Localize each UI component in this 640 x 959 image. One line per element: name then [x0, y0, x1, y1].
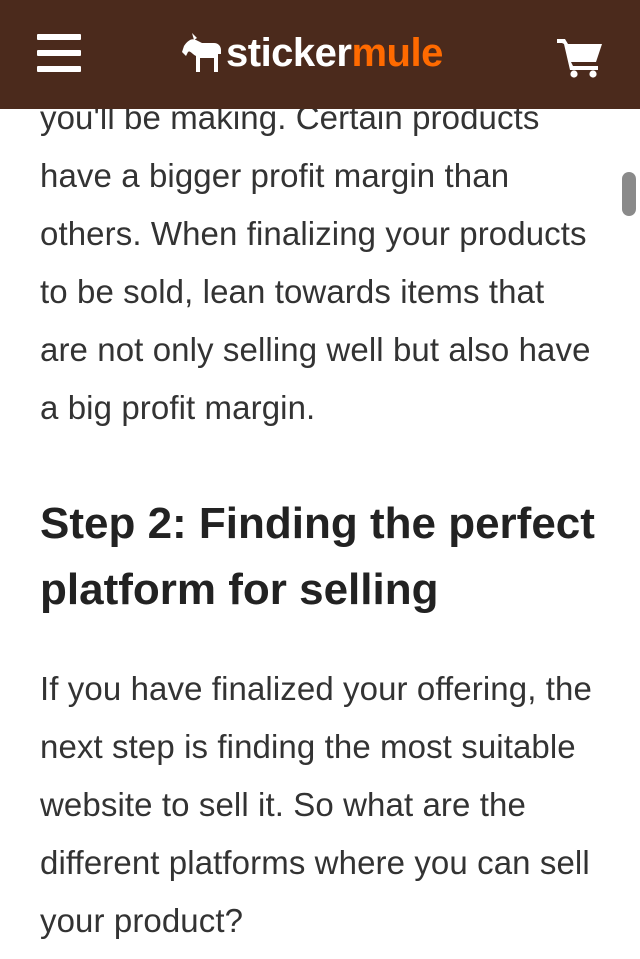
scrollbar-thumb[interactable]	[622, 172, 636, 216]
shopping-cart-icon[interactable]	[556, 36, 604, 78]
logo-text-mule: mule	[351, 31, 443, 75]
article-paragraph: you'll be making. Certain products have …	[40, 99, 591, 426]
section-heading: Step 2: Finding the perfect platform for…	[40, 499, 595, 614]
top-navigation-bar: sticker mule	[0, 0, 640, 109]
logo-text-sticker: sticker	[226, 31, 352, 75]
mule-logo-icon	[182, 33, 221, 72]
hamburger-menu-icon[interactable]	[37, 34, 81, 74]
page: you'll be making. Certain products have …	[0, 0, 640, 959]
stickermule-logo[interactable]: sticker mule	[180, 28, 443, 78]
article-content: you'll be making. Certain products have …	[40, 89, 600, 950]
article-paragraph: If you have finalized your offering, the…	[40, 670, 592, 939]
